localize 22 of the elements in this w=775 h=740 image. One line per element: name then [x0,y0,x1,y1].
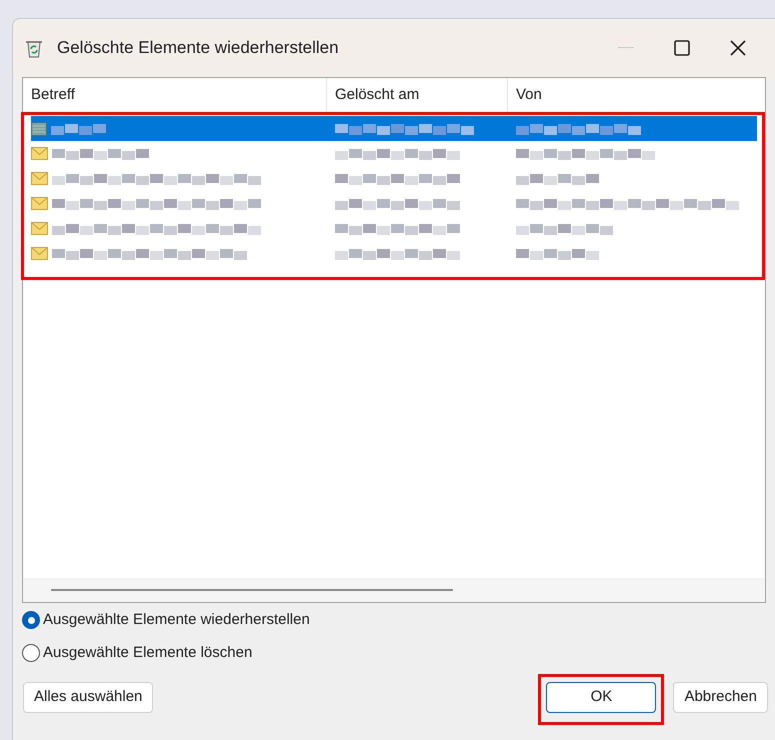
list-row[interactable] [31,116,757,141]
note-icon [31,122,47,136]
envelope-icon [31,247,48,260]
close-icon[interactable] [730,40,746,56]
select-all-button[interactable]: Alles auswählen [23,682,154,713]
envelope-icon [31,222,48,235]
maximize-icon[interactable] [674,40,690,56]
column-header[interactable]: Betreff [23,78,327,113]
radio-label[interactable]: Ausgewählte Elemente wiederherstellen [43,609,310,632]
ok-button[interactable]: OK [546,682,656,713]
envelope-icon [31,172,48,185]
window-title: Gelöschte Elemente wiederherstellen [57,37,339,60]
column-header[interactable]: Gelöscht am [327,78,508,113]
radio-button[interactable] [22,644,40,662]
scrollbar-thumb[interactable] [51,589,453,591]
column-header[interactable]: Von [508,78,765,113]
radio-button[interactable] [22,611,40,630]
envelope-icon [31,197,48,210]
cancel-button[interactable]: Abbrechen [673,682,768,713]
envelope-icon [31,147,48,160]
radio-label[interactable]: Ausgewählte Elemente löschen [43,642,252,664]
minimize-icon[interactable] [618,47,634,49]
